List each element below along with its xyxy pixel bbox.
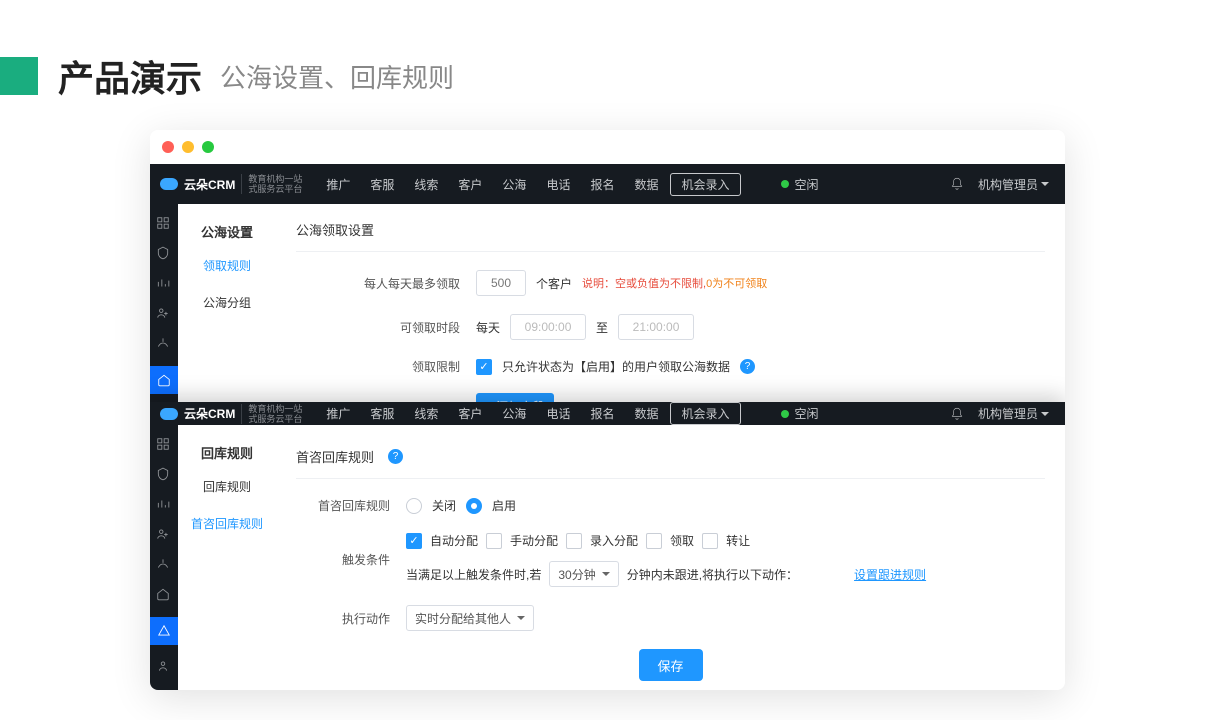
chevron-down-icon [517,616,525,620]
nav-data[interactable]: 数据 [634,176,658,193]
side-title: 公海设置 [178,216,276,247]
nav-leads[interactable]: 线索 [414,176,438,193]
rail-icon-8[interactable] [156,659,172,675]
opportunity-entry-button[interactable]: 机会录入 [670,402,740,425]
cloud-icon [160,178,178,190]
row-claim-limit: 领取限制 只允许状态为【启用】的用户领取公海数据 ? [296,358,1045,375]
chk-manual[interactable] [486,533,502,549]
rail-icon-4[interactable] [156,527,172,543]
panel-title-2: 首咨回库规则 ? [296,437,1045,479]
save-button[interactable]: 保存 [639,649,703,681]
close-dot[interactable] [162,141,174,153]
topbar-2: 云朵CRM 教育机构一站式服务云平台 推广 客服 线索 客户 公海 电话 报名 … [150,402,1065,425]
side-item-pool-groups[interactable]: 公海分组 [178,284,276,321]
nav-signup[interactable]: 报名 [590,176,614,193]
nav-pool[interactable]: 公海 [502,176,526,193]
nav-service[interactable]: 客服 [370,176,394,193]
status-dot [781,180,789,188]
nav-pool[interactable]: 公海 [502,405,526,422]
rail-icon-3[interactable] [156,276,172,292]
nav-data[interactable]: 数据 [634,405,658,422]
title-main: 产品演示 [58,50,202,102]
nav-phone[interactable]: 电话 [546,405,570,422]
opportunity-entry-button[interactable]: 机会录入 [670,173,740,196]
row-max-claim: 每人每天最多领取 个客户 说明：空或负值为不限制,0为不可领取 [296,270,1045,296]
logo-desc: 教育机构一站式服务云平台 [241,174,302,194]
logo[interactable]: 云朵CRM 教育机构一站式服务云平台 [150,174,312,194]
top-nav-2: 推广 客服 线索 客户 公海 电话 报名 数据 [326,405,658,422]
min-dot[interactable] [182,141,194,153]
row-enable: 首咨回库规则 关闭 启用 [296,497,1045,514]
max-claim-input[interactable] [476,270,526,296]
content-pane-2: 首咨回库规则 ? 首咨回库规则 关闭 启用 触发条件 [276,425,1065,690]
cloud-icon [160,408,178,420]
logo-2[interactable]: 云朵CRM 教育机构一站式服务云平台 [150,404,312,424]
rail-icon-3[interactable] [156,497,172,513]
help-icon[interactable]: ? [388,449,403,464]
app-window-frame: 云朵CRM 教育机构一站式服务云平台 推广 客服 线索 客户 公海 电话 报名 … [150,130,1065,690]
radio-off[interactable] [406,498,422,514]
rail-icon-1[interactable] [156,216,172,232]
row-trigger: 触发条件 自动分配 手动分配 录入分配 领取 转让 当满足以上触发条件时,若 [296,532,1045,587]
rail-icon-5[interactable] [156,336,172,352]
nav-phone[interactable]: 电话 [546,176,570,193]
rail-icon-4[interactable] [156,306,172,322]
icon-rail-2 [150,425,178,690]
chk-entry[interactable] [566,533,582,549]
role-dropdown[interactable]: 机构管理员 [978,405,1049,422]
rail-icon-1[interactable] [156,437,172,453]
nav-promote[interactable]: 推广 [326,176,350,193]
nav-promote[interactable]: 推广 [326,405,350,422]
time-from-input[interactable] [510,314,586,340]
role-dropdown[interactable]: 机构管理员 [978,176,1049,193]
claim-hint: 说明：空或负值为不限制,0为不可领取 [582,275,767,291]
nav-customers[interactable]: 客户 [458,176,482,193]
chk-auto[interactable] [406,533,422,549]
action-select[interactable]: 实时分配给其他人 [406,605,534,631]
chk-claim[interactable] [646,533,662,549]
rail-icon-return[interactable] [150,617,178,645]
limit-checkbox[interactable] [476,359,492,375]
bell-icon[interactable] [950,407,964,421]
duration-select[interactable]: 30分钟 [549,561,618,587]
status-text[interactable]: 空闲 [795,176,819,193]
row-action: 执行动作 实时分配给其他人 [296,605,1045,631]
set-followup-link[interactable]: 设置跟进规则 [854,566,926,583]
nav-signup[interactable]: 报名 [590,405,614,422]
side-item-first-consult-rules[interactable]: 首咨回库规则 [178,505,276,542]
chevron-down-icon [1041,182,1049,186]
title-sub: 公海设置、回库规则 [220,58,454,95]
status-dot [781,410,789,418]
panel-title: 公海领取设置 [296,216,1045,252]
side-item-return-rules[interactable]: 回库规则 [178,468,276,505]
rail-icon-pool[interactable] [150,366,178,394]
rail-icon-2[interactable] [156,467,172,483]
logo-text: 云朵CRM [184,176,235,193]
side-item-claim-rules[interactable]: 领取规则 [178,247,276,284]
time-to-input[interactable] [618,314,694,340]
accent-square [0,57,38,95]
radio-on[interactable] [466,498,482,514]
chevron-down-icon [602,572,610,576]
rail-icon-6[interactable] [156,587,172,603]
rail-icon-2[interactable] [156,246,172,262]
row-claim-time: 可领取时段 每天 至 [296,314,1045,340]
nav-leads[interactable]: 线索 [414,405,438,422]
chevron-down-icon [1041,412,1049,416]
chk-transfer[interactable] [702,533,718,549]
nav-service[interactable]: 客服 [370,405,394,422]
window-return-rules: 云朵CRM 教育机构一站式服务云平台 推广 客服 线索 客户 公海 电话 报名 … [150,402,1065,672]
help-icon[interactable]: ? [740,359,755,374]
max-dot[interactable] [202,141,214,153]
topbar: 云朵CRM 教育机构一站式服务云平台 推广 客服 线索 客户 公海 电话 报名 … [150,164,1065,204]
rail-icon-5[interactable] [156,557,172,573]
mac-traffic-lights [150,130,1065,164]
nav-customers[interactable]: 客户 [458,405,482,422]
bell-icon[interactable] [950,177,964,191]
top-nav: 推广 客服 线索 客户 公海 电话 报名 数据 [326,176,658,193]
slide-title: 产品演示 公海设置、回库规则 [0,50,454,102]
side-menu-2: 回库规则 回库规则 首咨回库规则 [178,425,276,690]
